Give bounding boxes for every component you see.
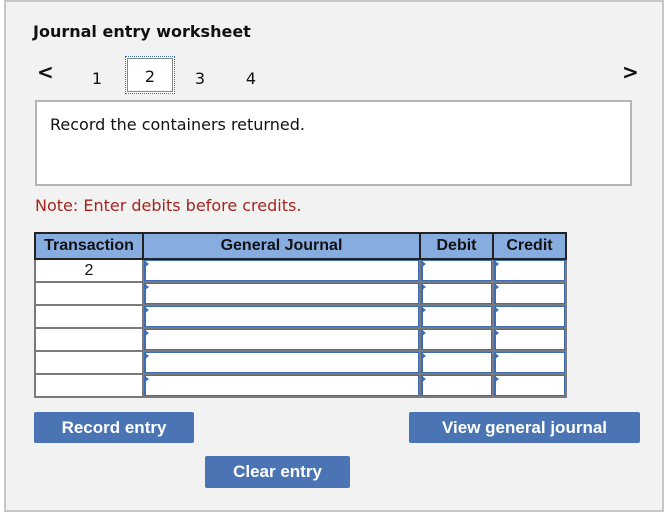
worksheet-title: Journal entry worksheet (33, 22, 251, 41)
credit-input[interactable] (494, 352, 565, 373)
view-general-journal-button[interactable]: View general journal (409, 412, 640, 443)
input-marker-icon (495, 307, 499, 313)
account-dropdown[interactable] (144, 329, 419, 350)
credit-input[interactable] (494, 329, 565, 350)
transaction-cell (34, 350, 144, 375)
debit-input[interactable] (421, 375, 492, 396)
transaction-cell (34, 304, 144, 329)
debit-input-cell (419, 327, 494, 352)
debit-input-cell (419, 373, 494, 398)
header-general-journal: General Journal (142, 232, 421, 260)
table-row (34, 281, 567, 306)
account-dropdown-cell (142, 327, 421, 352)
tab-3[interactable]: 3 (178, 64, 222, 94)
account-dropdown[interactable] (144, 283, 419, 304)
table-row (34, 350, 567, 375)
journal-table: Transaction General Journal Debit Credit… (34, 232, 567, 398)
header-debit: Debit (419, 232, 494, 260)
debit-input[interactable] (421, 329, 492, 350)
header-credit: Credit (492, 232, 567, 260)
account-dropdown-cell (142, 281, 421, 306)
account-dropdown[interactable] (144, 260, 419, 281)
credit-input[interactable] (494, 375, 565, 396)
account-dropdown-cell (142, 304, 421, 329)
debit-input[interactable] (421, 352, 492, 373)
debit-input-cell (419, 258, 494, 283)
next-arrow-icon[interactable]: > (622, 62, 639, 82)
table-row (34, 373, 567, 398)
credit-input[interactable] (494, 260, 565, 281)
transaction-cell (34, 281, 144, 306)
credit-input-cell (492, 350, 567, 375)
account-dropdown[interactable] (144, 375, 419, 396)
description-box: Record the containers returned. (35, 100, 632, 186)
clear-entry-button[interactable]: Clear entry (205, 456, 350, 488)
credit-input[interactable] (494, 306, 565, 327)
input-marker-icon (145, 330, 149, 336)
input-marker-icon (495, 261, 499, 267)
description-text: Record the containers returned. (50, 115, 305, 134)
account-dropdown-cell (142, 258, 421, 283)
credit-input-cell (492, 304, 567, 329)
tab-4[interactable]: 4 (229, 64, 273, 94)
input-marker-icon (422, 330, 426, 336)
debit-input-cell (419, 350, 494, 375)
input-marker-icon (495, 284, 499, 290)
debit-input[interactable] (421, 283, 492, 304)
credit-input-cell (492, 258, 567, 283)
transaction-cell (34, 373, 144, 398)
table-row (34, 304, 567, 329)
input-marker-icon (145, 376, 149, 382)
debit-input-cell (419, 281, 494, 306)
credit-input-cell (492, 327, 567, 352)
input-marker-icon (145, 261, 149, 267)
credit-input-cell (492, 373, 567, 398)
table-row: 2 (34, 258, 567, 283)
input-marker-icon (422, 307, 426, 313)
prev-arrow-icon[interactable]: < (37, 62, 54, 82)
credit-input[interactable] (494, 283, 565, 304)
transaction-cell (34, 327, 144, 352)
input-marker-icon (495, 353, 499, 359)
account-dropdown-cell (142, 373, 421, 398)
input-marker-icon (422, 376, 426, 382)
input-marker-icon (145, 284, 149, 290)
header-transaction: Transaction (34, 232, 144, 260)
credit-input-cell (492, 281, 567, 306)
record-entry-button[interactable]: Record entry (34, 412, 194, 443)
debit-input[interactable] (421, 306, 492, 327)
input-marker-icon (495, 376, 499, 382)
table-row (34, 327, 567, 352)
account-dropdown-cell (142, 350, 421, 375)
input-marker-icon (422, 284, 426, 290)
tab-2[interactable]: 2 (125, 56, 175, 94)
input-marker-icon (495, 330, 499, 336)
transaction-cell: 2 (34, 258, 144, 283)
tab-1[interactable]: 1 (75, 64, 119, 94)
account-dropdown[interactable] (144, 352, 419, 373)
input-marker-icon (422, 353, 426, 359)
table-header-row: Transaction General Journal Debit Credit (34, 232, 567, 260)
debit-input-cell (419, 304, 494, 329)
debit-input[interactable] (421, 260, 492, 281)
input-marker-icon (422, 261, 426, 267)
input-marker-icon (145, 353, 149, 359)
input-marker-icon (145, 307, 149, 313)
note-text: Note: Enter debits before credits. (35, 196, 302, 215)
account-dropdown[interactable] (144, 306, 419, 327)
